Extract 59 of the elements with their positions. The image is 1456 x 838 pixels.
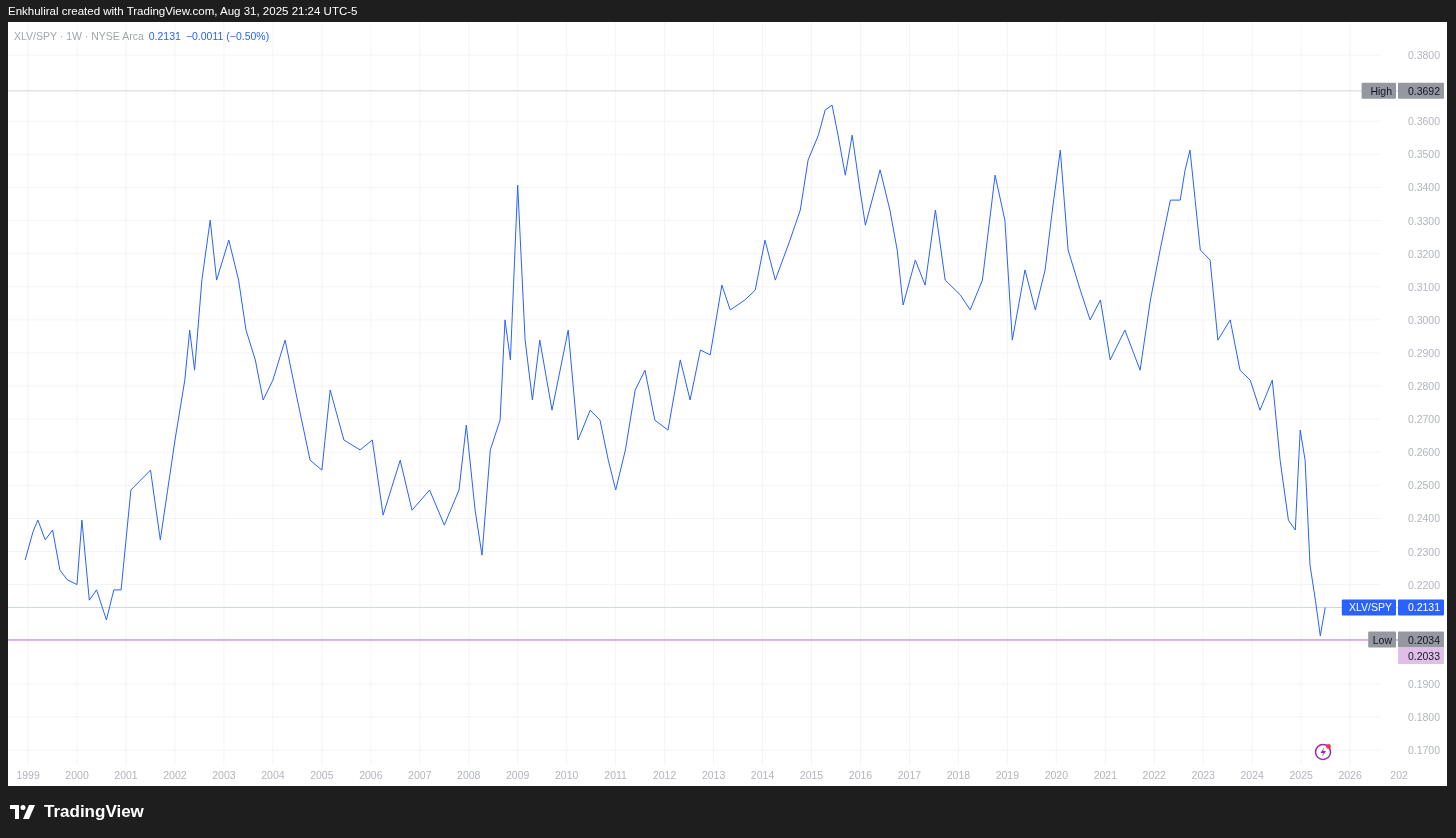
year-tick: 2002 (163, 769, 187, 781)
year-tick: 2015 (799, 769, 824, 781)
year-tick: 2010 (555, 769, 579, 781)
year-tick: 2019 (995, 769, 1020, 781)
price-tick: 0.3000 (1407, 313, 1440, 326)
year-tick: 2000 (65, 769, 89, 781)
price-tick: 0.2600 (1407, 446, 1440, 459)
last-price: 0.2131 (148, 30, 181, 42)
year-tick: 2004 (261, 769, 285, 781)
price-tick: 0.2700 (1407, 413, 1440, 426)
year-tick: 2001 (114, 769, 138, 781)
price-tick: 0.3500 (1407, 148, 1440, 161)
price-tick: 0.2200 (1407, 578, 1440, 591)
price-tick: 0.2300 (1407, 545, 1440, 558)
chart-caption: Enkhuliral created with TradingView.com, Aug 31, 2025 21:24 UTC-5 (8, 5, 358, 17)
year-tick: 2003 (212, 769, 236, 781)
price-badge: 0.2131 (1398, 599, 1444, 616)
price-tick: 0.1700 (1407, 744, 1440, 757)
price-tick: 0.2500 (1407, 479, 1440, 492)
year-tick: 2006 (359, 769, 383, 781)
year-tick: 2013 (701, 769, 726, 781)
year-tick: 2009 (506, 769, 530, 781)
brand-name: TradingView (44, 802, 144, 822)
price-change: −0.0011 (−0.50%) (185, 30, 270, 42)
year-tick: 2021 (1093, 769, 1117, 781)
year-tick: 2017 (897, 769, 922, 781)
price-tick: 0.3300 (1407, 214, 1440, 227)
year-tick: 202 (1390, 769, 1408, 781)
ref-line-label: 0.2034 (1407, 633, 1441, 646)
ref-line-label: 0.2033 (1407, 649, 1441, 662)
price-tick: 0.2800 (1407, 380, 1440, 393)
price-tick: 0.2400 (1407, 512, 1440, 525)
price-tick: 0.2900 (1407, 346, 1440, 359)
price-tick: 0.3100 (1407, 280, 1440, 293)
year-tick: 2014 (750, 769, 775, 781)
year-tick: 1999 (16, 769, 40, 781)
year-tick: 2024 (1240, 769, 1264, 781)
price-tick: 0.3800 (1407, 49, 1440, 62)
price-tick: 0.1900 (1407, 677, 1440, 690)
ref-line-label: 0.2131 (1407, 601, 1441, 614)
price-tick: 0.1800 (1407, 711, 1440, 723)
year-tick: 2007 (408, 769, 432, 781)
year-tick: 2005 (310, 769, 334, 781)
year-tick: 2026 (1338, 769, 1362, 781)
price-tick: 0.3600 (1407, 115, 1440, 128)
symbol-label: XLV/SPY · 1W · NYSE Arca (14, 30, 144, 42)
year-tick: 2016 (848, 769, 873, 781)
year-tick: 2023 (1191, 769, 1215, 781)
ref-line-label: 0.3692 (1407, 84, 1441, 97)
label-badge: XLV/SPY (1341, 599, 1396, 616)
year-tick: 2012 (652, 769, 677, 781)
price-tick: 0.3200 (1407, 247, 1440, 260)
price-tick: 0.3400 (1407, 181, 1440, 194)
year-tick: 2008 (457, 769, 481, 781)
year-tick: 2011 (604, 769, 627, 781)
year-tick: 2022 (1142, 769, 1166, 781)
year-tick: 2018 (946, 769, 971, 781)
year-tick: 2025 (1289, 769, 1313, 781)
year-tick: 2020 (1044, 769, 1068, 781)
